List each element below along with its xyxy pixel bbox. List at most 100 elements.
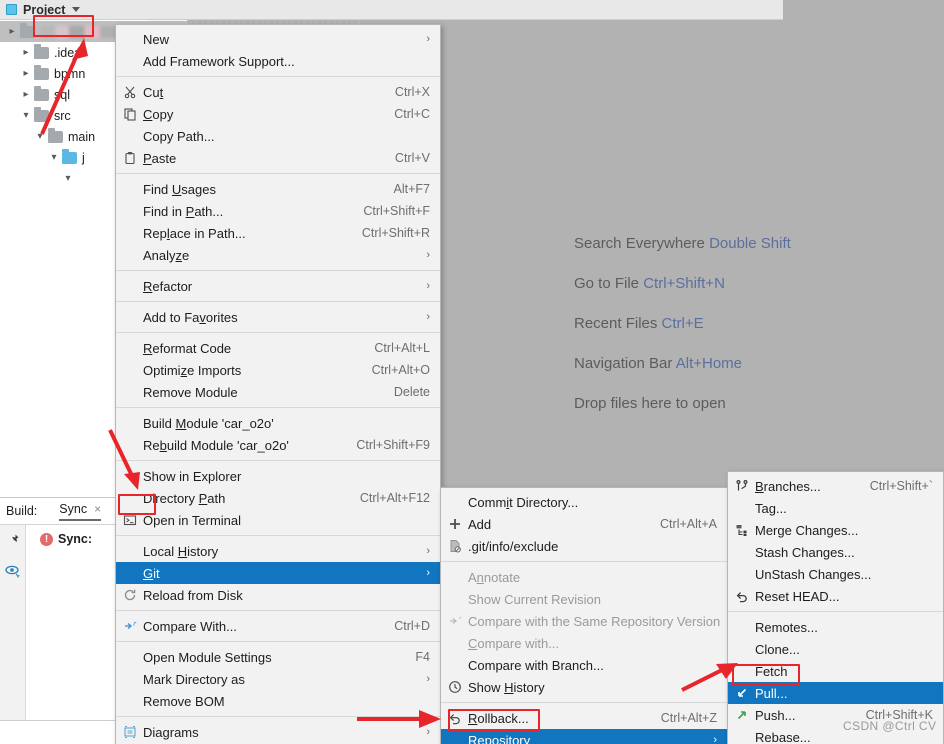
menu-item-rollback[interactable]: Rollback... Ctrl+Alt+Z: [441, 707, 727, 729]
menu-item-remove-module[interactable]: Remove Module Delete: [116, 381, 440, 403]
chevron-down-icon[interactable]: ▾: [32, 131, 48, 142]
menu-item-shortcut: F4: [415, 650, 430, 664]
menu-item-copy-path[interactable]: Copy Path...: [116, 125, 440, 147]
chevron-right-icon[interactable]: ▸: [18, 47, 34, 58]
menu-item-replace-in-path[interactable]: Replace in Path... Ctrl+Shift+R: [116, 222, 440, 244]
chevron-down-icon[interactable]: ▾: [18, 110, 34, 121]
folder-icon: [20, 22, 35, 38]
menu-item-refactor[interactable]: Refactor ›: [116, 275, 440, 297]
chevron-right-icon: ›: [426, 726, 430, 738]
menu-item-unstash-changes[interactable]: UnStash Changes...: [728, 563, 943, 585]
menu-item-git[interactable]: Git ›: [116, 562, 440, 584]
menu-item-new[interactable]: New ›: [116, 28, 440, 50]
chevron-down-icon[interactable]: [72, 7, 81, 12]
menu-item-label: Remove BOM: [143, 693, 225, 709]
chevron-right-icon[interactable]: ▸: [4, 26, 20, 37]
chevron-right-icon: ›: [426, 567, 430, 579]
watermark: CSDN @Ctrl CV: [843, 719, 937, 733]
menu-item-reset-head[interactable]: Reset HEAD...: [728, 585, 943, 607]
menu-item-label: Tag...: [755, 500, 787, 516]
menu-item-remove-bom[interactable]: Remove BOM: [116, 690, 440, 712]
menu-item-open-module-settings[interactable]: Open Module Settings F4: [116, 646, 440, 668]
menu-item-copy[interactable]: Copy Ctrl+C: [116, 103, 440, 125]
menu-item-merge-changes[interactable]: Merge Changes...: [728, 519, 943, 541]
menu-item-label: Diagrams: [143, 724, 199, 740]
menu-item-analyze[interactable]: Analyze ›: [116, 244, 440, 266]
menu-item-stash-changes[interactable]: Stash Changes...: [728, 541, 943, 563]
menu-item-label: Rollback...: [468, 710, 529, 726]
close-icon[interactable]: ×: [94, 502, 101, 516]
tree-node-label: sql: [54, 87, 70, 102]
menu-item-optimize-imports[interactable]: Optimize Imports Ctrl+Alt+O: [116, 359, 440, 381]
chevron-right-icon: ›: [426, 545, 430, 557]
menu-item-compare-with-branch[interactable]: Compare with Branch...: [441, 654, 727, 676]
menu-item-branches[interactable]: Branches... Ctrl+Shift+`: [728, 475, 943, 497]
menu-item-mark-directory-as[interactable]: Mark Directory as ›: [116, 668, 440, 690]
tab-sync[interactable]: Sync ×: [59, 502, 102, 521]
copy-icon: [116, 107, 143, 121]
project-context-menu[interactable]: New › Add Framework Support... Cut Ctrl+X Cop…: [115, 24, 441, 744]
menu-item-label: Reformat Code: [143, 340, 232, 356]
menu-item-label: Show in Explorer: [143, 468, 242, 484]
menu-item-build-module-car-o2o[interactable]: Build Module 'car_o2o': [116, 412, 440, 434]
menu-item-add[interactable]: Add Ctrl+Alt+A: [441, 513, 727, 535]
menu-item-git-info-exclude[interactable]: .git/info/exclude: [441, 535, 727, 557]
menu-item-label: Show Current Revision: [468, 591, 601, 607]
reload-icon: [116, 588, 143, 602]
menu-item-label: Clone...: [755, 641, 800, 657]
diagram-icon: [116, 725, 143, 739]
menu-item-label: Open in Terminal: [143, 512, 242, 528]
menu-item-label: Find Usages: [143, 181, 216, 197]
chevron-right-icon[interactable]: ▸: [18, 89, 34, 100]
menu-separator: [116, 332, 440, 333]
menu-item-directory-path[interactable]: Directory Path Ctrl+Alt+F12: [116, 487, 440, 509]
menu-item-find-in-path[interactable]: Find in Path... Ctrl+Shift+F: [116, 200, 440, 222]
menu-item-label: Refactor: [143, 278, 193, 294]
menu-item-show-in-explorer[interactable]: Show in Explorer: [116, 465, 440, 487]
menu-item-compare-with-the-same-repository-version[interactable]: Compare with the Same Repository Version: [441, 610, 727, 632]
menu-item-show-current-revision[interactable]: Show Current Revision: [441, 588, 727, 610]
pin-icon[interactable]: [6, 533, 20, 550]
menu-item-repository[interactable]: Repository ›: [441, 729, 727, 744]
chevron-right-icon: ›: [426, 33, 430, 45]
menu-item-shortcut: Ctrl+X: [394, 85, 430, 99]
chevron-down-icon[interactable]: ▾: [46, 152, 62, 163]
menu-item-label: Rebuild Module 'car_o2o': [143, 437, 289, 453]
error-icon: !: [40, 532, 53, 546]
menu-item-local-history[interactable]: Local History ›: [116, 540, 440, 562]
menu-item-shortcut: Ctrl+Alt+Z: [660, 711, 717, 725]
menu-item-label: Stash Changes...: [755, 544, 855, 560]
eye-icon[interactable]: [4, 564, 21, 581]
menu-item-show-history[interactable]: Show History: [441, 676, 727, 698]
menu-item-label: Paste: [143, 150, 177, 166]
menu-item-remotes[interactable]: Remotes...: [728, 616, 943, 638]
menu-item-commit-directory[interactable]: Commit Directory...: [441, 491, 727, 513]
menu-item-rebuild-module-car-o2o[interactable]: Rebuild Module 'car_o2o' Ctrl+Shift+F9: [116, 434, 440, 456]
menu-item-compare-with[interactable]: Compare With... Ctrl+D: [116, 615, 440, 637]
menu-item-fetch[interactable]: Fetch: [728, 660, 943, 682]
menu-item-pull[interactable]: Pull...: [728, 682, 943, 704]
chevron-right-icon[interactable]: ▸: [18, 68, 34, 79]
menu-item-open-in-terminal[interactable]: Open in Terminal: [116, 509, 440, 531]
menu-item-annotate[interactable]: Annotate: [441, 566, 727, 588]
menu-item-compare-with[interactable]: Compare with...: [441, 632, 727, 654]
menu-item-label: Compare with the Same Repository Version: [468, 613, 721, 629]
menu-item-tag[interactable]: Tag...: [728, 497, 943, 519]
menu-item-paste[interactable]: Paste Ctrl+V: [116, 147, 440, 169]
chevron-down-icon[interactable]: ▾: [60, 173, 76, 184]
editor-hint-shortcut: Ctrl+E: [661, 315, 704, 332]
folder-icon: [34, 85, 49, 101]
menu-item-clone[interactable]: Clone...: [728, 638, 943, 660]
menu-item-label: Mark Directory as: [143, 671, 245, 687]
menu-item-cut[interactable]: Cut Ctrl+X: [116, 81, 440, 103]
menu-item-add-to-favorites[interactable]: Add to Favorites ›: [116, 306, 440, 328]
git-submenu[interactable]: Commit Directory... Add Ctrl+Alt+A .git/inf…: [440, 487, 728, 744]
editor-hint-text: Drop files here to open: [574, 395, 726, 412]
menu-item-add-framework-support[interactable]: Add Framework Support...: [116, 50, 440, 72]
menu-item-reformat-code[interactable]: Reformat Code Ctrl+Alt+L: [116, 337, 440, 359]
menu-item-find-usages[interactable]: Find Usages Alt+F7: [116, 178, 440, 200]
menu-separator: [116, 301, 440, 302]
repository-submenu[interactable]: Branches... Ctrl+Shift+` Tag... Merge Chang…: [727, 471, 944, 744]
menu-item-diagrams[interactable]: Diagrams ›: [116, 721, 440, 743]
menu-item-reload-from-disk[interactable]: Reload from Disk: [116, 584, 440, 606]
